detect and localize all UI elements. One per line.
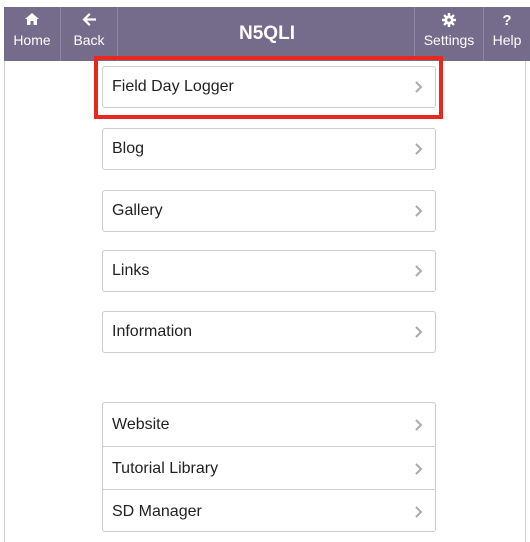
- menu-item-blog[interactable]: Blog: [102, 128, 436, 170]
- chevron-right-icon: [415, 265, 423, 277]
- menu-item-field-day-logger[interactable]: Field Day Logger: [102, 66, 436, 108]
- header-divider: [117, 7, 118, 61]
- menu-item-label: Blog: [112, 140, 145, 157]
- menu-item-label: Website: [112, 416, 170, 433]
- home-button[interactable]: Home: [4, 7, 60, 61]
- chevron-right-icon: [415, 205, 423, 217]
- content-border-left: [4, 61, 5, 542]
- chevron-right-icon: [415, 81, 423, 93]
- menu-item-label: Field Day Logger: [112, 78, 234, 95]
- settings-button[interactable]: Settings: [415, 7, 483, 61]
- back-arrow-icon: [61, 13, 117, 29]
- menu-item-website[interactable]: Website: [103, 403, 435, 446]
- chevron-right-icon: [415, 506, 423, 518]
- menu-item-label: SD Manager: [112, 503, 202, 520]
- header-bar: N5QLI Home Back Settings ? Help: [4, 7, 530, 61]
- home-label: Home: [13, 32, 51, 48]
- menu-item-label: Links: [112, 262, 150, 279]
- back-button[interactable]: Back: [61, 7, 117, 61]
- menu-item-information[interactable]: Information: [102, 311, 436, 353]
- home-icon: [4, 13, 60, 29]
- chevron-right-icon: [415, 143, 423, 155]
- question-icon: ?: [502, 12, 512, 29]
- content-border-right: [525, 61, 526, 542]
- menu-item-label: Information: [112, 323, 193, 340]
- menu-item-gallery[interactable]: Gallery: [102, 190, 436, 232]
- menu-item-tutorial-library[interactable]: Tutorial Library: [103, 447, 435, 490]
- gear-icon: [415, 13, 483, 29]
- menu-item-label: Gallery: [112, 202, 163, 219]
- back-label: Back: [73, 32, 105, 48]
- menu-item-label: Tutorial Library: [112, 460, 219, 477]
- help-label: Help: [492, 32, 522, 48]
- help-button[interactable]: ? Help: [484, 7, 530, 61]
- menu-item-sd-manager[interactable]: SD Manager: [103, 490, 435, 533]
- app-window: N5QLI Home Back Settings ? Help Field Da…: [0, 0, 530, 542]
- menu-item-links[interactable]: Links: [102, 250, 436, 292]
- chevron-right-icon: [415, 463, 423, 475]
- menu-group: Website Tutorial Library SD Manager: [102, 402, 436, 532]
- chevron-right-icon: [415, 419, 423, 431]
- chevron-right-icon: [415, 326, 423, 338]
- settings-label: Settings: [423, 32, 475, 48]
